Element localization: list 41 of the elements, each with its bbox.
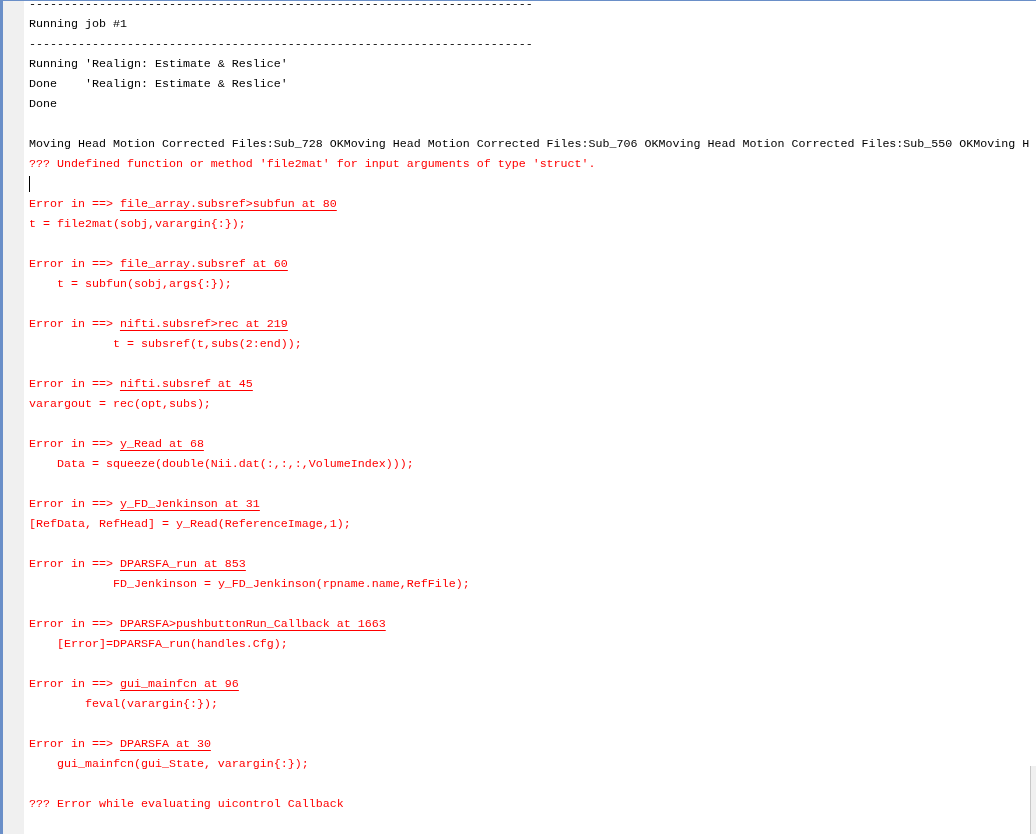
error-trace: Error in ==> DPARSFA>pushbuttonRun_Callback at 1663: [29, 616, 386, 633]
error-trace: Error in ==> file_array.subsref>subfun at 80: [29, 196, 337, 213]
console-output: Running job #1: [29, 16, 127, 33]
error-message: feval(varargin{:});: [84, 696, 218, 713]
source-link[interactable]: file_array.subsref at 60: [119, 257, 288, 271]
error-trace: Error in ==> y_Read at 68: [29, 436, 204, 453]
error-message: [Error]=DPARSFA_run(handles.Cfg);: [57, 636, 288, 653]
source-link[interactable]: y_Read at 68: [119, 437, 204, 451]
text-cursor: [29, 176, 30, 192]
error-message: gui_mainfcn(gui_State, varargin{:});: [57, 756, 309, 773]
source-link[interactable]: file_array.subsref>subfun at 80: [119, 197, 337, 211]
error-trace: Error in ==> nifti.subsref>rec at 219: [29, 316, 288, 333]
error-trace: Error in ==> nifti.subsref at 45: [29, 376, 253, 393]
source-link[interactable]: DPARSFA at 30: [119, 737, 211, 751]
error-trace: Error in ==> file_array.subsref at 60: [29, 256, 288, 273]
error-message: [RefData, RefHead] = y_Read(ReferenceImage,1);: [29, 516, 351, 533]
console-output: Running 'Realign: Estimate & Reslice': [29, 56, 288, 73]
error-message: t = file2mat(sobj,varargin{:});: [29, 216, 246, 233]
scrollbar-thumb[interactable]: [1030, 766, 1036, 834]
console-output: Done: [29, 96, 57, 113]
error-trace: Error in ==> y_FD_Jenkinson at 31: [29, 496, 260, 513]
error-trace: Error in ==> DPARSFA at 30: [29, 736, 211, 753]
error-trace: Error in ==> DPARSFA_run at 853: [29, 556, 246, 573]
console-output: ------------------------------------------------------------------------: [29, 36, 533, 53]
source-link[interactable]: nifti.subsref at 45: [119, 377, 253, 391]
console-output: Moving Head Motion Corrected Files:Sub_728 OKMoving Head Motion Corrected Files:Sub_706 OKMoving Head Motion Corrected Files:Sub_550 OKMoving H: [29, 136, 1030, 153]
error-message: ??? Error while evaluating uicontrol Callback: [29, 796, 344, 813]
error-message: t = subsref(t,subs(2:end));: [112, 336, 302, 353]
console-output: Done 'Realign: Estimate & Reslice': [29, 76, 288, 93]
error-message: FD_Jenkinson = y_FD_Jenkinson(rpname.name,RefFile);: [112, 576, 470, 593]
error-trace: Error in ==> gui_mainfcn at 96: [29, 676, 239, 693]
source-link[interactable]: y_FD_Jenkinson at 31: [119, 497, 260, 511]
error-message: ??? Undefined function or method 'file2mat' for input arguments of type 'struct'.: [29, 156, 596, 173]
source-link[interactable]: gui_mainfcn at 96: [119, 677, 239, 691]
source-link[interactable]: DPARSFA_run at 853: [119, 557, 246, 571]
source-link[interactable]: DPARSFA>pushbuttonRun_Callback at 1663: [119, 617, 386, 631]
error-message: t = subfun(sobj,args{:});: [57, 276, 232, 293]
error-message: Data = squeeze(double(Nii.dat(:,:,:,VolumeIndex)));: [57, 456, 414, 473]
error-message: varargout = rec(opt,subs);: [29, 396, 211, 413]
source-link[interactable]: nifti.subsref>rec at 219: [119, 317, 288, 331]
console-output: ------------------------------------------------------------------------: [29, 1, 533, 13]
